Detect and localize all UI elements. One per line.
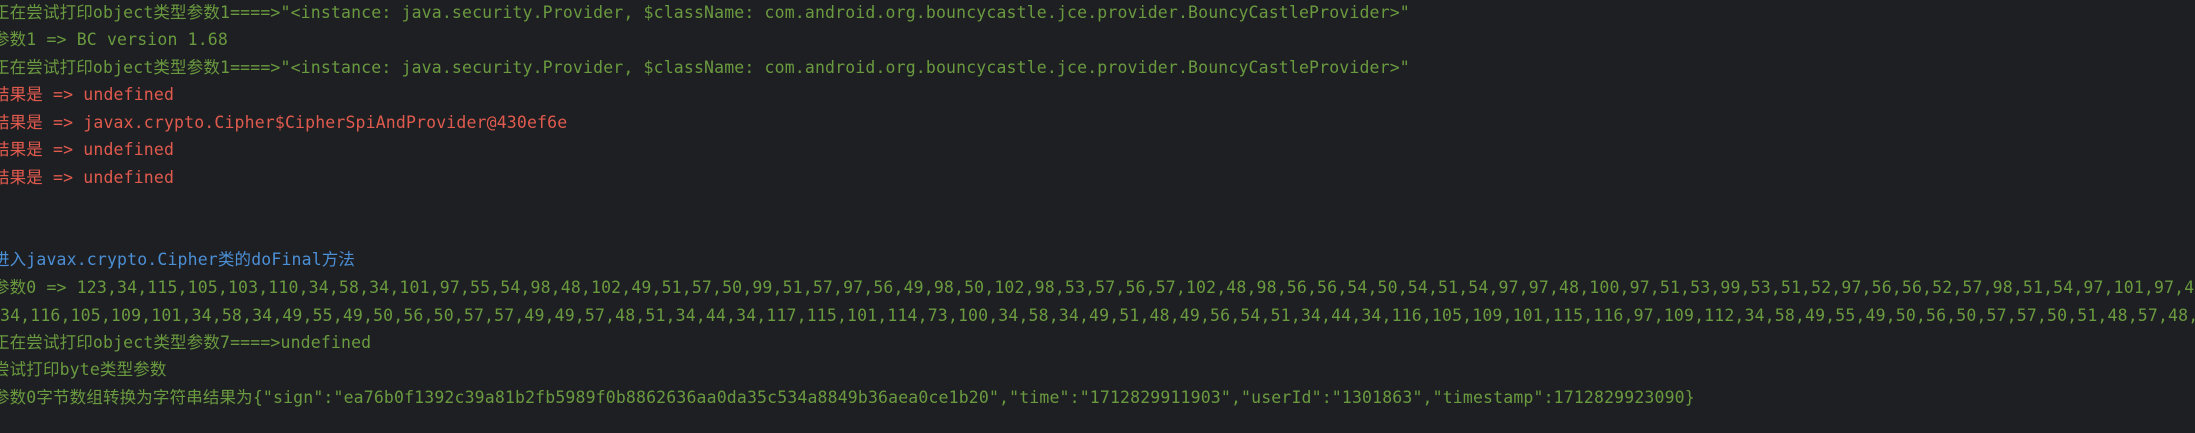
log-line-object-param-7: 正在尝试打印object类型参数7====>undefined <box>0 333 372 352</box>
log-line-enter-dofinal: 进入javax.crypto.Cipher类的doFinal方法 <box>0 250 356 269</box>
log-line-result-undefined-2: 结果是 => undefined <box>0 140 175 159</box>
log-line-object-param-1: 正在尝试打印object类型参数1====>"<instance: java.s… <box>0 3 1410 22</box>
log-line-object-param-1-repeat: 正在尝试打印object类型参数1====>"<instance: java.s… <box>0 58 1410 77</box>
log-line-result-undefined-1: 结果是 => undefined <box>0 85 175 104</box>
log-line-param-1-bc-version: 参数1 => BC version 1.68 <box>0 30 228 49</box>
log-line-result-undefined-3: 结果是 => undefined <box>0 168 175 187</box>
log-line-byte-array-string: 参数0字节数组转换为字符串结果为{"sign":"ea76b0f1392c39a… <box>0 388 1695 407</box>
log-line-param-0-bytes: 参数0 => 123,34,115,105,103,110,34,58,34,1… <box>0 278 2195 297</box>
log-line-result-cipher-spi: 结果是 => javax.crypto.Cipher$CipherSpiAndP… <box>0 113 568 132</box>
console-output-panel: 正在尝试打印object类型参数1====>"<instance: java.s… <box>0 0 2195 433</box>
log-line-param-0-bytes-continued: 34,116,105,109,101,34,58,34,49,55,49,50,… <box>0 306 2195 325</box>
log-line-try-print-byte: 尝试打印byte类型参数 <box>0 360 167 379</box>
